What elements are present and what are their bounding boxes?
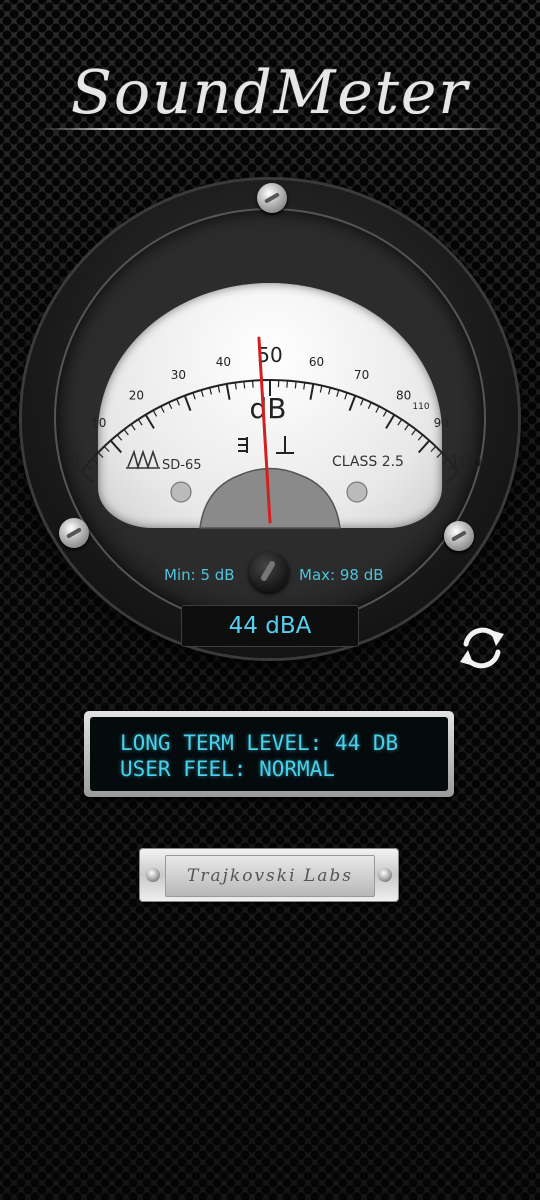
- scale-minor-tick: [209, 387, 213, 395]
- scale-minor-tick: [123, 429, 129, 436]
- scale-minor-tick: [137, 419, 143, 426]
- brand-name: Trajkovski Labs: [187, 866, 353, 886]
- scale-minor-tick: [217, 385, 221, 393]
- bezel-screw-right: [444, 521, 474, 551]
- scale-minor-tick: [375, 405, 380, 413]
- scale-minor-tick: [200, 389, 204, 397]
- brand-plate-inner: Trajkovski Labs: [165, 855, 375, 897]
- scale-minor-tick: [336, 389, 340, 397]
- scale-label: 10: [91, 416, 106, 430]
- scale-minor-tick: [234, 382, 237, 390]
- scale-major-tick: [385, 414, 396, 429]
- face-screw-right: [346, 481, 368, 503]
- scale-label: 40: [216, 355, 231, 369]
- scale-minor-tick: [442, 458, 449, 465]
- scale-minor-tick: [160, 405, 165, 413]
- scale-minor-tick: [85, 465, 93, 471]
- scale-major-tick: [183, 395, 192, 411]
- scale-minor-tick: [97, 452, 104, 458]
- scale-minor-tick: [176, 398, 180, 406]
- scale-minor-tick: [382, 410, 388, 417]
- face-screw-left: [170, 481, 192, 503]
- scale-minor-tick: [152, 410, 158, 417]
- brand-plate[interactable]: Trajkovski Labs: [139, 848, 399, 902]
- db-readout: 44 dBA: [181, 605, 359, 647]
- scale-major-tick: [417, 439, 431, 454]
- scale-minor-tick: [367, 402, 372, 410]
- scale-minor-tick: [103, 446, 110, 452]
- lcd-long-term-level: LONG TERM LEVEL: 44 DB: [120, 731, 399, 755]
- scale-minor-tick: [404, 423, 410, 431]
- scale-minor-tick: [344, 392, 348, 400]
- lcd-panel: LONG TERM LEVEL: 44 DB USER FEEL: NORMAL: [84, 711, 454, 797]
- scale-minor-tick: [243, 381, 246, 389]
- scale-major-tick: [144, 414, 155, 429]
- scale-minor-tick: [397, 419, 403, 426]
- meter-unit-label: dB: [250, 392, 287, 425]
- scale-minor-tick: [192, 392, 196, 400]
- scale-label: 90: [434, 416, 449, 430]
- scale-minor-tick: [319, 385, 323, 393]
- scale-minor-tick: [417, 434, 424, 441]
- zero-adjust-knob[interactable]: [249, 552, 289, 592]
- scale-minor-tick: [411, 429, 417, 436]
- scale-label: 60: [309, 355, 324, 369]
- scale-major-tick: [109, 439, 123, 454]
- refresh-icon[interactable]: [452, 618, 512, 678]
- scale-label: 20: [129, 388, 144, 402]
- scale-major-tick: [80, 471, 95, 483]
- scale-major-tick: [445, 471, 460, 483]
- bezel-screw-top: [257, 183, 287, 213]
- scale-minor-tick: [130, 423, 136, 431]
- scale-label: 0: [69, 452, 80, 472]
- scale-minor-tick: [286, 380, 289, 388]
- scale-minor-tick: [91, 458, 98, 465]
- max-label: Max: 98 dB: [299, 566, 384, 584]
- scale-major-tick: [348, 395, 357, 411]
- lcd-user-feel: USER FEEL: NORMAL: [120, 757, 335, 781]
- scale-minor-tick: [303, 382, 306, 390]
- model-label: SD-65: [162, 458, 202, 473]
- lcd-screen: LONG TERM LEVEL: 44 DB USER FEEL: NORMAL: [90, 717, 448, 791]
- scale-minor-tick: [327, 387, 331, 395]
- plate-screw-right: [378, 868, 392, 882]
- scale-minor-tick: [430, 446, 437, 452]
- waveform-logo-icon: [126, 449, 160, 470]
- scale-label: 110: [412, 402, 429, 412]
- scale-major-tick: [309, 383, 315, 400]
- scale-label: 30: [171, 368, 186, 382]
- scale-minor-tick: [251, 380, 254, 388]
- meter-dial: 010203040 50 60708090100110 dB SD-65 CLASS…: [69, 336, 482, 529]
- scale-minor-tick: [436, 452, 443, 458]
- scale-minor-tick: [360, 398, 364, 406]
- scale-major-tick: [225, 383, 231, 400]
- plate-screw-left: [146, 868, 160, 882]
- scale-label: 100: [449, 452, 481, 472]
- scale-label: 70: [354, 368, 369, 382]
- scale-minor-tick: [294, 381, 297, 389]
- scale-minor-tick: [116, 434, 123, 441]
- min-label: Min: 5 dB: [164, 566, 235, 584]
- class-label: CLASS 2.5: [332, 454, 404, 470]
- scale-label: 80: [396, 388, 411, 402]
- scale-minor-tick: [168, 402, 173, 410]
- bezel-screw-left: [59, 518, 89, 548]
